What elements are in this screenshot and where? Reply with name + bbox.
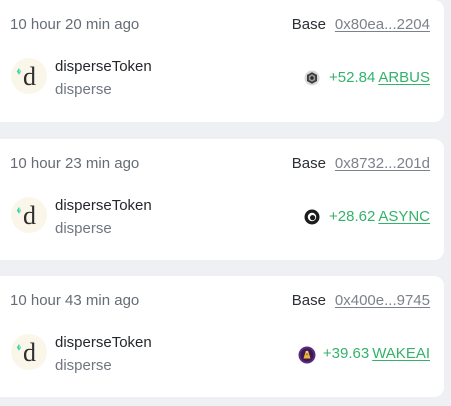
transaction-card: 10 hour 43 min ago Base 0x400e...9745 d … xyxy=(0,276,444,397)
token-transfer: +52.84 ARBUS xyxy=(304,68,430,88)
token-symbol-link[interactable]: ASYNC xyxy=(378,208,430,226)
chain-label: Base xyxy=(291,292,326,309)
disperse-app-icon: d xyxy=(10,57,48,95)
transaction-hash-link[interactable]: 0x80ea...2204 xyxy=(335,16,430,34)
transaction-time: 10 hour 20 min ago xyxy=(10,16,140,33)
transaction-time: 10 hour 23 min ago xyxy=(10,155,140,172)
transaction-hash-link[interactable]: 0x400e...9745 xyxy=(335,292,430,310)
app-name-link[interactable]: disperseToken xyxy=(55,334,152,352)
token-symbol-link[interactable]: ARBUS xyxy=(378,69,430,87)
async-token-icon xyxy=(304,209,320,225)
transaction-feed: 10 hour 20 min ago Base 0x80ea...2204 d … xyxy=(0,0,451,406)
chain-label: Base xyxy=(291,16,326,33)
transaction-time: 10 hour 43 min ago xyxy=(10,292,140,309)
svg-text:d: d xyxy=(23,62,36,91)
token-symbol-link[interactable]: WAKEAI xyxy=(372,345,430,363)
disperse-app-icon: d xyxy=(10,196,48,234)
transaction-card: 10 hour 20 min ago Base 0x80ea...2204 d … xyxy=(0,0,444,122)
app-method: disperse xyxy=(55,81,112,98)
wakeai-token-icon xyxy=(298,346,316,364)
disperse-app-icon: d xyxy=(10,333,48,371)
svg-text:d: d xyxy=(23,338,36,367)
svg-text:d: d xyxy=(23,201,36,230)
transaction-card: 10 hour 23 min ago Base 0x8732...201d d … xyxy=(0,139,444,260)
token-transfer: +28.62 ASYNC xyxy=(304,207,430,227)
token-amount: +52.84 xyxy=(329,69,376,86)
token-amount: +28.62 xyxy=(329,208,376,225)
token-amount: +39.63 xyxy=(322,345,370,362)
token-transfer: +39.63 WAKEAI xyxy=(298,344,430,364)
app-method: disperse xyxy=(55,220,112,237)
transaction-hash-link[interactable]: 0x8732...201d xyxy=(335,155,430,173)
chain-label: Base xyxy=(291,155,326,172)
app-name-link[interactable]: disperseToken xyxy=(55,197,152,215)
app-method: disperse xyxy=(55,357,112,374)
arbus-token-icon xyxy=(304,70,320,86)
app-name-link[interactable]: disperseToken xyxy=(55,58,152,76)
